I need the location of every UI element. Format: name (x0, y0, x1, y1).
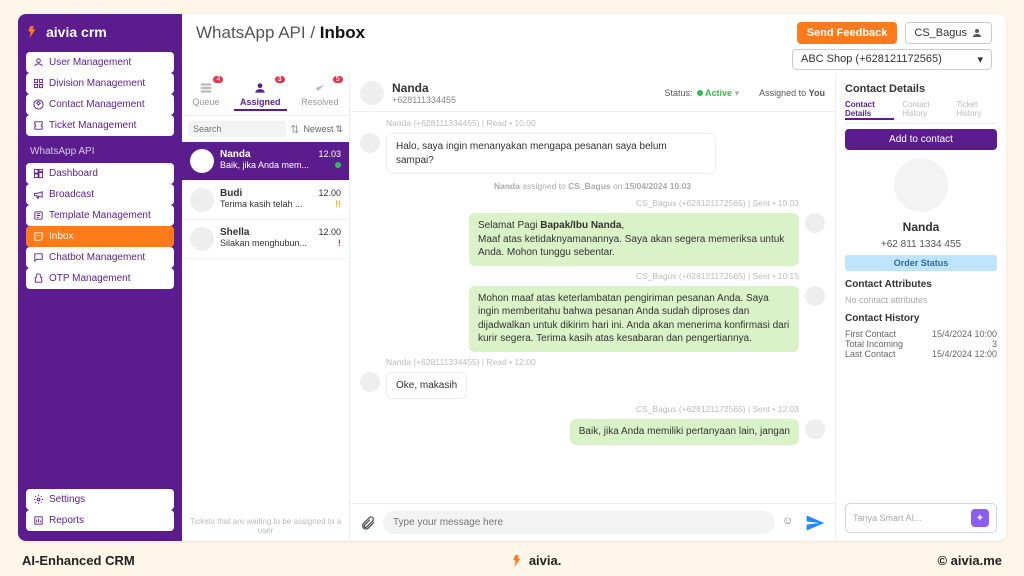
contact-history-title: Contact History (845, 313, 997, 324)
avatar (190, 149, 214, 173)
logo-icon (511, 554, 525, 568)
message-bubble: Oke, makasih (386, 372, 467, 400)
assigned-to: Assigned to You (759, 88, 825, 98)
message-row: Mohon maaf atas keterlambatan pengiriman… (360, 286, 825, 352)
conversation-item[interactable]: Shella12.00Silakan menghubun...! (182, 220, 349, 259)
resolved-icon (313, 81, 327, 95)
send-feedback-button[interactable]: Send Feedback (797, 22, 898, 44)
sort-newest[interactable]: Newest ⇅ (303, 124, 343, 135)
message-row: Halo, saya ingin menanyakan mengapa pesa… (360, 133, 825, 174)
chat-panel: Nanda +628111334455 Status: Active ▾ Ass… (350, 75, 836, 541)
message-meta: CS_Bagus (+628121172565) | Sent • 10.03 (360, 198, 825, 208)
details-tab-ticket[interactable]: Ticket History (956, 100, 997, 120)
search-input[interactable] (188, 121, 286, 137)
nav-user-management[interactable]: User Management (26, 52, 174, 73)
assignment-divider: Nanda assigned to CS_Bagus on 15/04/2024… (360, 179, 825, 193)
contact-details-panel: Contact Details Contact Details Contact … (836, 75, 1006, 541)
avatar (360, 372, 380, 392)
send-icon[interactable] (805, 513, 825, 533)
add-to-contact-button[interactable]: Add to contact (845, 129, 997, 150)
avatar (805, 419, 825, 439)
avatar (190, 188, 214, 212)
message-row: Oke, makasih (360, 372, 825, 400)
conversation-item[interactable]: Budi12.00Terima kasih telah ...!! (182, 181, 349, 220)
message-bubble: Selamat Pagi Bapak/Ibu Nanda,Maaf atas k… (469, 213, 799, 266)
waiting-note: Tickets that are waiting to be assigned … (182, 511, 349, 541)
nav-contact-management[interactable]: Contact Management (26, 94, 174, 115)
nav-division-management[interactable]: Division Management (26, 73, 174, 94)
details-phone: +62 811 1334 455 (845, 239, 997, 250)
nav-broadcast[interactable]: Broadcast (26, 184, 174, 205)
current-user-pill[interactable]: CS_Bagus (905, 22, 992, 44)
attachment-icon[interactable] (360, 515, 376, 531)
message-bubble: Baik, jika Anda memiliki pertanyaan lain… (570, 419, 799, 445)
history-row: Last Contact15/4/2024 12:00 (845, 349, 997, 359)
avatar (360, 81, 384, 105)
message-row: Baik, jika Anda memiliki pertanyaan lain… (360, 419, 825, 445)
avatar (190, 227, 214, 251)
conversation-item[interactable]: Nanda12.03Baik, jika Anda mem... (182, 142, 349, 181)
avatar (805, 213, 825, 233)
tab-assigned[interactable]: Assigned3 (234, 79, 287, 111)
message-input[interactable] (383, 511, 775, 534)
user-icon (971, 27, 983, 39)
page-footer: AI-Enhanced CRM aivia. © aivia.me (0, 549, 1024, 576)
contact-attributes-empty: No contact attributes (845, 295, 997, 305)
history-row: First Contact15/4/2024 10:00 (845, 329, 997, 339)
sparkle-icon: ✦ (971, 509, 989, 527)
nav-template-management[interactable]: Template Management (26, 205, 174, 226)
topbar: WhatsApp API / Inbox Send Feedback CS_Ba… (182, 14, 1006, 47)
order-status-button[interactable]: Order Status (845, 255, 997, 271)
avatar (894, 158, 948, 212)
nav-section-whatsapp: WhatsApp API (26, 140, 174, 159)
message-meta: CS_Bagus (+628121172565) | Sent • 12:03 (360, 404, 825, 414)
history-row: Total Incoming3 (845, 339, 997, 349)
tab-queue[interactable]: Queue4 (186, 79, 225, 111)
nav-settings[interactable]: Settings (26, 489, 174, 510)
nav-otp-management[interactable]: OTP Management (26, 268, 174, 289)
avatar (805, 286, 825, 306)
brand-logo: aivia crm (26, 24, 174, 40)
message-meta: CS_Bagus (+628121172565) | Sent • 10:15 (360, 271, 825, 281)
smart-ai-input[interactable]: Tanya Smart AI... ✦ (845, 503, 997, 533)
conversation-list-panel: Queue4 Assigned3 Resolved5 ⇅ Newest ⇅ (182, 75, 350, 541)
nav-inbox[interactable]: Inbox (26, 226, 174, 247)
details-name: Nanda (845, 220, 997, 234)
nav-reports[interactable]: Reports (26, 510, 174, 531)
tab-resolved[interactable]: Resolved5 (295, 79, 345, 111)
message-bubble: Mohon maaf atas keterlambatan pengiriman… (469, 286, 799, 352)
nav-chatbot-management[interactable]: Chatbot Management (26, 247, 174, 268)
message-bubble: Halo, saya ingin menanyakan mengapa pesa… (386, 133, 716, 174)
status-badge[interactable]: Status: Active ▾ (665, 88, 740, 99)
contact-attributes-title: Contact Attributes (845, 279, 997, 290)
sidebar: aivia crm User ManagementDivision Manage… (18, 14, 182, 541)
message-meta: Nanda (+628111334455) | Read • 12:00 (360, 357, 825, 367)
details-tab-history[interactable]: Contact History (902, 100, 948, 120)
message-row: Selamat Pagi Bapak/Ibu Nanda,Maaf atas k… (360, 213, 825, 266)
emoji-icon[interactable]: ☺ (782, 515, 798, 531)
message-meta: Nanda (+628111334455) | Read • 10:00 (360, 118, 825, 128)
chat-contact-phone: +628111334455 (392, 95, 456, 105)
breadcrumb: WhatsApp API / Inbox (196, 23, 365, 43)
details-tab-details[interactable]: Contact Details (845, 100, 894, 120)
shop-selector[interactable]: ABC Shop (+628121172565) ▾ (792, 49, 992, 70)
details-header: Contact Details (845, 83, 997, 95)
nav-ticket-management[interactable]: Ticket Management (26, 115, 174, 136)
nav-dashboard[interactable]: Dashboard (26, 163, 174, 184)
queue-icon (199, 81, 213, 95)
chat-contact-name: Nanda (392, 81, 456, 95)
avatar (360, 133, 380, 153)
assigned-icon (253, 81, 267, 95)
